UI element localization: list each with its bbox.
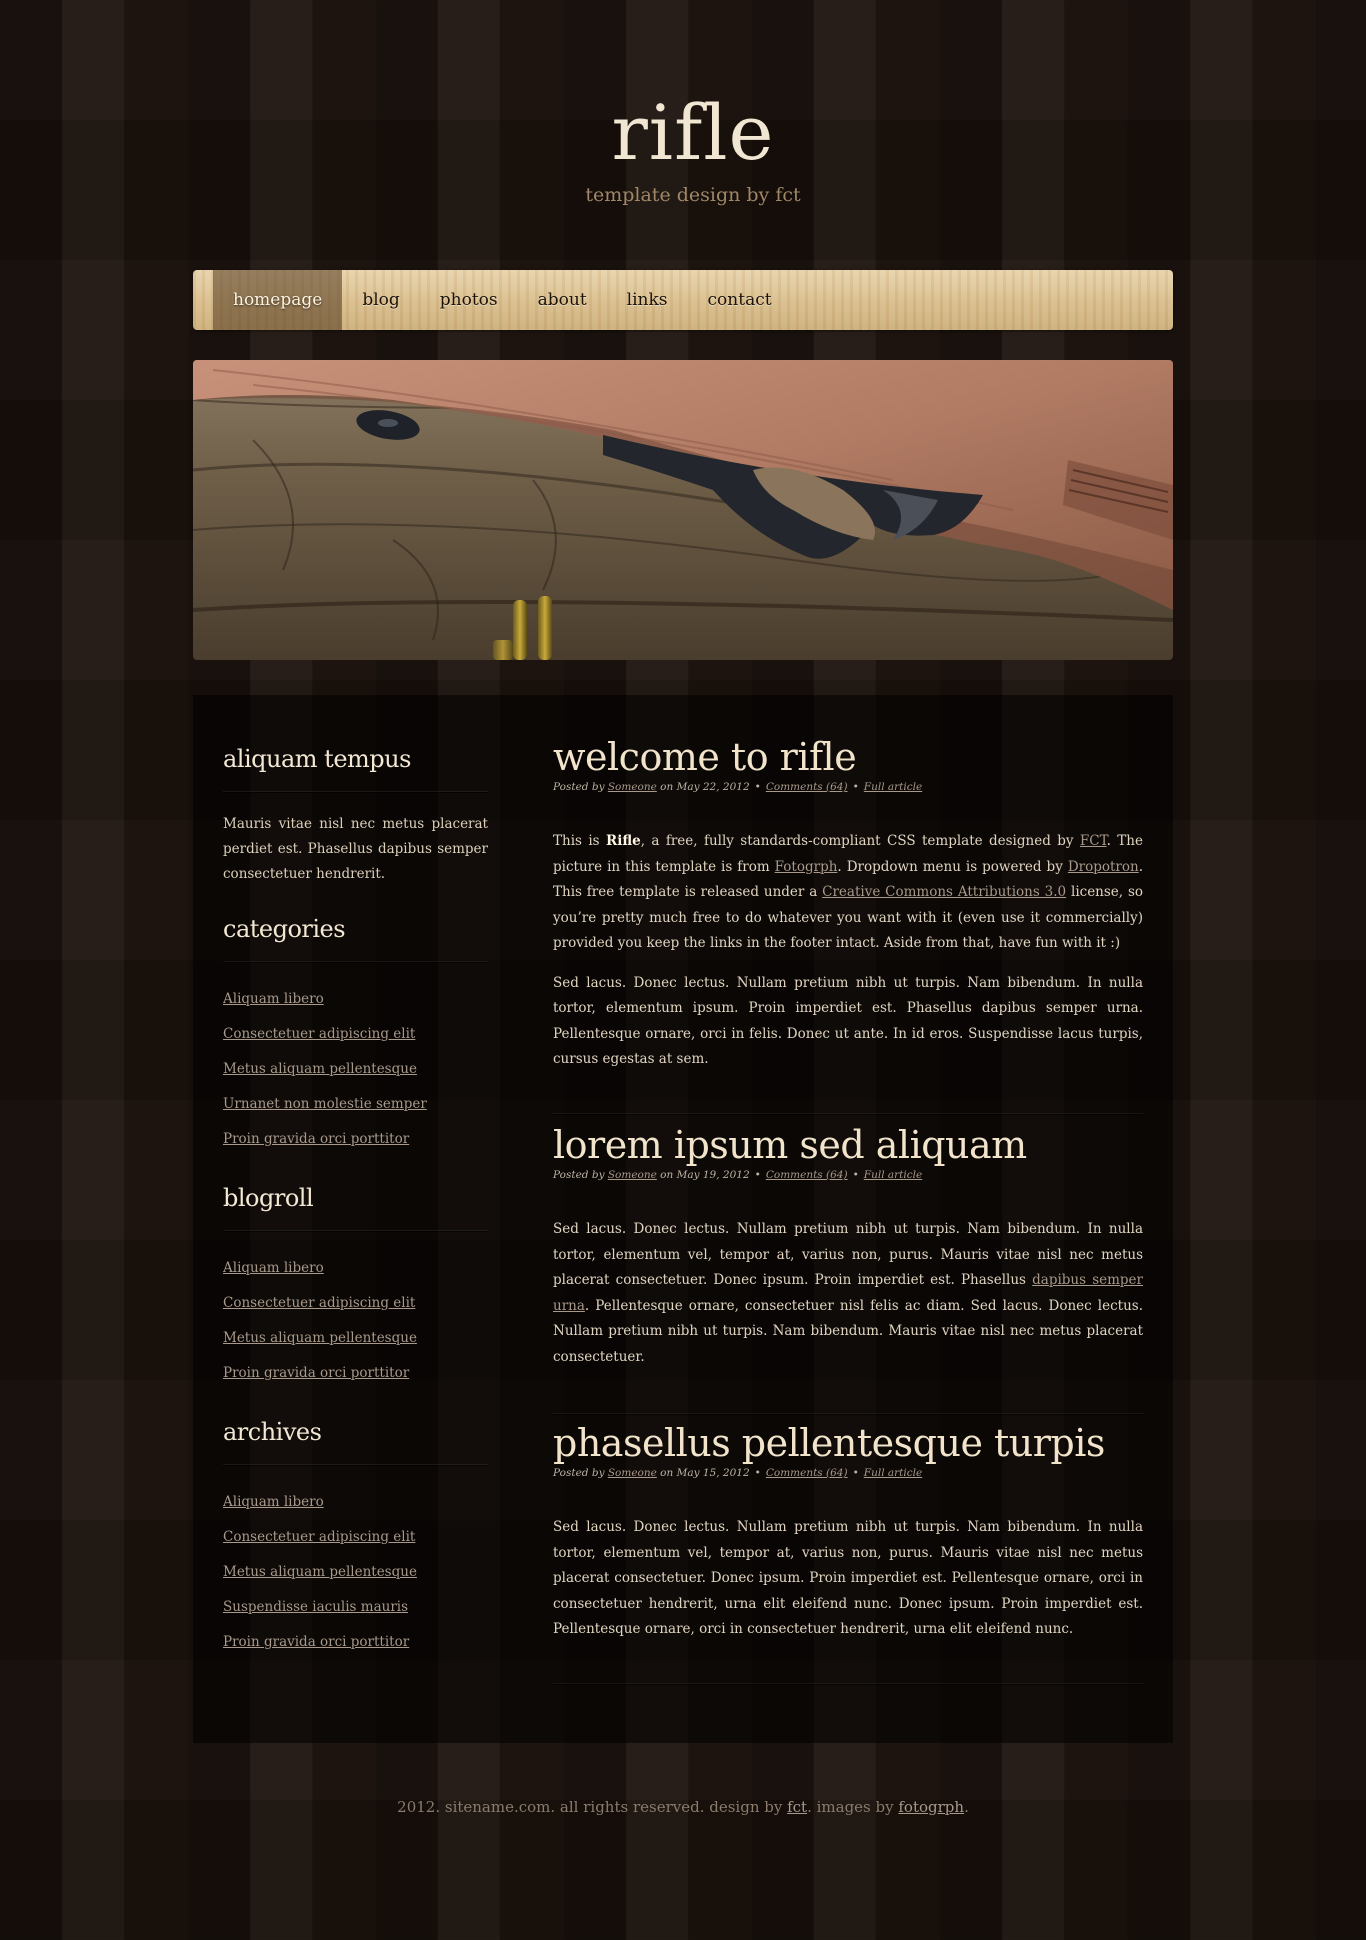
post-meta: Posted by Someone on May 19, 2012 • Commen… [553, 1169, 923, 1181]
sidebar-link[interactable]: Suspendisse iaculis mauris [223, 1599, 408, 1615]
post-divider [553, 1413, 1143, 1414]
full-article-link[interactable]: Full article [864, 1169, 922, 1181]
full-article-link[interactable]: Full article [864, 781, 922, 793]
meta-label: Posted by [553, 1467, 605, 1479]
meta-label: Posted by [553, 1169, 605, 1181]
sidebar-link[interactable]: Proin gravida orci porttitor [223, 1131, 409, 1147]
sidebar-heading: categories [223, 915, 488, 962]
sidebar-section-blogroll: blogroll Aliquam libero Consectetuer adi… [223, 1184, 488, 1389]
post-paragraph: Sed lacus. Donec lectus. Nullam pretium … [553, 974, 1143, 1068]
banner-image [193, 360, 1173, 660]
site-title[interactable]: rifle [0, 88, 1366, 178]
fotogrph-link[interactable]: Fotogrph [775, 859, 838, 875]
post-divider [553, 1683, 1143, 1684]
sidebar-heading: archives [223, 1418, 488, 1465]
sidebar-link[interactable]: Metus aliquam pellentesque [223, 1564, 417, 1580]
content-panel: aliquam tempus Mauris vitae nisl nec met… [193, 695, 1173, 1743]
main-nav: homepage blog photos about links contact [193, 270, 1173, 330]
nav-item-links[interactable]: links [607, 270, 688, 330]
footer-text: 2012. sitename.com. all rights reserved.… [397, 1798, 788, 1816]
sidebar-section-archives: archives Aliquam libero Consectetuer adi… [223, 1418, 488, 1658]
post: welcome to rifle Posted by Someone on Ma… [553, 735, 1143, 1073]
post: lorem ipsum sed aliquam Posted by Someon… [553, 1123, 1143, 1370]
sidebar-link[interactable]: Urnanet non molestie semper [223, 1096, 427, 1112]
post-title[interactable]: lorem ipsum sed aliquam [553, 1123, 1143, 1167]
post-date: on May 15, 2012 [660, 1467, 750, 1479]
dropotron-link[interactable]: Dropotron [1068, 859, 1139, 875]
post-body: Sed lacus. Donec lectus. Nullam pretium … [553, 1515, 1143, 1643]
comments-link[interactable]: Comments (64) [766, 1169, 848, 1181]
footer-text: . images by [807, 1798, 899, 1816]
sidebar-link[interactable]: Proin gravida orci porttitor [223, 1634, 409, 1650]
site-footer: 2012. sitename.com. all rights reserved.… [0, 1798, 1366, 1816]
sidebar-heading: blogroll [223, 1184, 488, 1231]
sidebar-link[interactable]: Metus aliquam pellentesque [223, 1061, 417, 1077]
footer-fotogrph-link[interactable]: fotogrph [898, 1798, 964, 1816]
post-body: This is Rifle, a free, fully standards-c… [553, 829, 1143, 1073]
site-subtitle: template design by fct [585, 184, 801, 206]
sidebar-link[interactable]: Proin gravida orci porttitor [223, 1365, 409, 1381]
sidebar-link[interactable]: Consectetuer adipiscing elit [223, 1295, 415, 1311]
post-title[interactable]: phasellus pellentesque turpis [553, 1421, 1143, 1465]
sidebar-heading: aliquam tempus [223, 745, 488, 792]
sidebar-link[interactable]: Aliquam libero [223, 1494, 324, 1510]
post-divider [553, 1113, 1143, 1114]
post-title[interactable]: welcome to rifle [553, 735, 1143, 779]
post-meta: Posted by Someone on May 22, 2012 • Commen… [553, 781, 923, 793]
rifle-banner-illustration [193, 360, 1173, 660]
sidebar-about-text: Mauris vitae nisl nec metus placerat per… [223, 816, 488, 882]
sidebar-link[interactable]: Consectetuer adipiscing elit [223, 1529, 415, 1545]
footer-fct-link[interactable]: fct [787, 1798, 807, 1816]
full-article-link[interactable]: Full article [864, 1467, 922, 1479]
post-paragraph: Sed lacus. Donec lectus. Nullam pretium … [553, 1519, 1143, 1637]
comments-link[interactable]: Comments (64) [766, 1467, 848, 1479]
footer-text: . [964, 1798, 969, 1816]
sidebar-link[interactable]: Metus aliquam pellentesque [223, 1330, 417, 1346]
fct-link[interactable]: FCT [1080, 833, 1107, 849]
author-link[interactable]: Someone [608, 1467, 657, 1479]
post-date: on May 19, 2012 [660, 1169, 750, 1181]
sidebar-link[interactable]: Consectetuer adipiscing elit [223, 1026, 415, 1042]
sidebar-section-about: aliquam tempus Mauris vitae nisl nec met… [223, 745, 488, 887]
meta-label: Posted by [553, 781, 605, 793]
nav-item-about[interactable]: about [518, 270, 607, 330]
sidebar-link[interactable]: Aliquam libero [223, 1260, 324, 1276]
post: phasellus pellentesque turpis Posted by … [553, 1421, 1143, 1643]
sidebar-section-categories: categories Aliquam libero Consectetuer a… [223, 915, 488, 1155]
sidebar-link[interactable]: Aliquam libero [223, 991, 324, 1007]
nav-item-blog[interactable]: blog [342, 270, 419, 330]
post-body: Sed lacus. Donec lectus. Nullam pretium … [553, 1217, 1143, 1370]
author-link[interactable]: Someone [608, 1169, 657, 1181]
nav-item-homepage[interactable]: homepage [213, 270, 343, 330]
post-paragraph: Sed lacus. Donec lectus. Nullam pretium … [553, 1221, 1143, 1365]
license-link[interactable]: Creative Commons Attributions 3.0 [822, 884, 1066, 900]
nav-item-photos[interactable]: photos [420, 270, 518, 330]
post-paragraph: This is Rifle, a free, fully standards-c… [553, 833, 1143, 951]
comments-link[interactable]: Comments (64) [766, 781, 848, 793]
post-meta: Posted by Someone on May 15, 2012 • Commen… [553, 1467, 923, 1479]
post-date: on May 22, 2012 [660, 781, 750, 793]
nav-item-contact[interactable]: contact [688, 270, 792, 330]
author-link[interactable]: Someone [608, 781, 657, 793]
